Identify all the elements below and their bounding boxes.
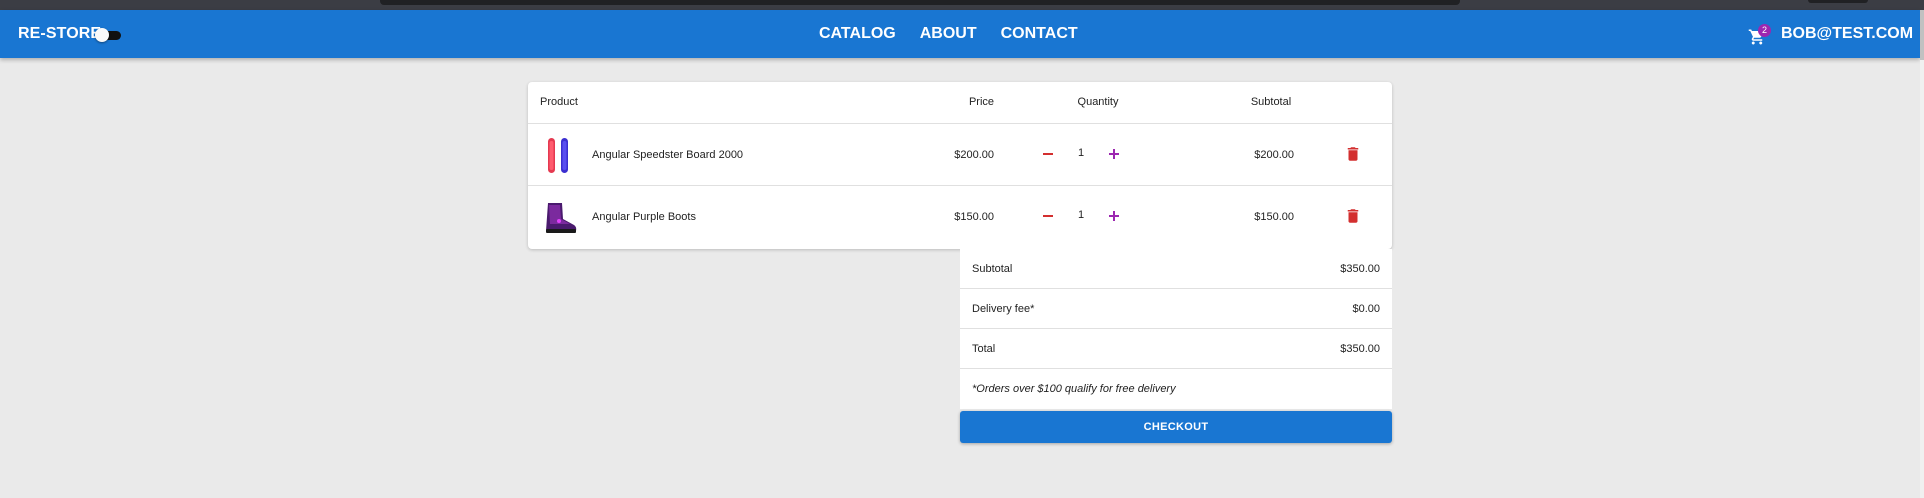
table-header-row: Product Price Quantity Subtotal — [528, 82, 1392, 124]
summary-delivery-value: $0.00 — [1352, 303, 1380, 315]
nav-catalog-link[interactable]: CATALOG — [819, 25, 896, 43]
cart-button[interactable]: 2 — [1746, 24, 1771, 46]
snowboard-icon — [548, 138, 568, 173]
boot-icon — [546, 203, 577, 233]
brand-title[interactable]: RE-STORE — [18, 25, 101, 43]
row-subtotal: $200.00 — [1254, 149, 1294, 161]
nav-about-link[interactable]: ABOUT — [920, 25, 977, 43]
product-name[interactable]: Angular Purple Boots — [592, 211, 696, 223]
trash-icon — [1347, 209, 1359, 223]
checkout-button[interactable]: CHECKOUT — [960, 411, 1392, 443]
free-delivery-note: *Orders over $100 qualify for free deliv… — [972, 383, 1176, 395]
table-row: Angular Purple Boots $150.00 1 $150.00 — [528, 186, 1392, 248]
summary-subtotal-label: Subtotal — [972, 263, 1013, 275]
plus-icon — [1109, 211, 1119, 221]
scrollbar-thumb[interactable] — [1920, 10, 1924, 60]
dark-mode-toggle[interactable] — [95, 28, 123, 42]
product-price: $150.00 — [954, 211, 994, 223]
browser-tab-bar — [380, 0, 1460, 5]
browser-chrome-strip — [0, 0, 1924, 10]
nav-contact-link[interactable]: CONTACT — [1001, 25, 1078, 43]
minus-icon — [1043, 153, 1053, 155]
summary-delivery-row: Delivery fee* $0.00 — [960, 289, 1392, 329]
browser-window-control — [1808, 0, 1868, 3]
increase-quantity-button[interactable] — [1104, 206, 1124, 226]
header-price: Price — [968, 96, 994, 108]
trash-icon — [1347, 147, 1359, 161]
product-price: $200.00 — [954, 149, 994, 161]
row-subtotal: $150.00 — [1254, 211, 1294, 223]
header-quantity: Quantity — [1077, 96, 1119, 108]
table-row: Angular Speedster Board 2000 $200.00 1 $… — [528, 124, 1392, 186]
basket-table: Product Price Quantity Subtotal Angular … — [528, 82, 1392, 249]
order-summary: Subtotal $350.00 Delivery fee* $0.00 Tot… — [960, 249, 1392, 409]
summary-total-row: Total $350.00 — [960, 329, 1392, 369]
summary-total-label: Total — [972, 343, 996, 355]
decrease-quantity-button[interactable] — [1038, 144, 1058, 164]
header-subtotal: Subtotal — [1250, 96, 1292, 108]
quantity-value: 1 — [1077, 209, 1085, 221]
cart-count-badge: 2 — [1758, 24, 1771, 37]
summary-delivery-label: Delivery fee* — [972, 303, 1035, 315]
summary-total-value: $350.00 — [1340, 343, 1380, 355]
summary-note-row: *Orders over $100 qualify for free deliv… — [960, 369, 1392, 409]
header-product: Product — [540, 96, 578, 108]
summary-subtotal-value: $350.00 — [1340, 263, 1380, 275]
page-scrollbar[interactable] — [1920, 10, 1924, 498]
plus-icon — [1109, 149, 1119, 159]
remove-item-button[interactable] — [1344, 207, 1362, 225]
remove-item-button[interactable] — [1344, 145, 1362, 163]
main-nav: CATALOG ABOUT CONTACT — [819, 25, 1078, 43]
product-name[interactable]: Angular Speedster Board 2000 — [592, 149, 743, 161]
quantity-value: 1 — [1077, 147, 1085, 159]
summary-subtotal-row: Subtotal $350.00 — [960, 249, 1392, 289]
toggle-thumb — [95, 28, 109, 42]
minus-icon — [1043, 215, 1053, 217]
increase-quantity-button[interactable] — [1104, 144, 1124, 164]
app-bar: RE-STORE CATALOG ABOUT CONTACT 2 BOB@TES… — [0, 10, 1920, 58]
decrease-quantity-button[interactable] — [1038, 206, 1058, 226]
user-menu[interactable]: BOB@TEST.COM — [1781, 25, 1913, 43]
